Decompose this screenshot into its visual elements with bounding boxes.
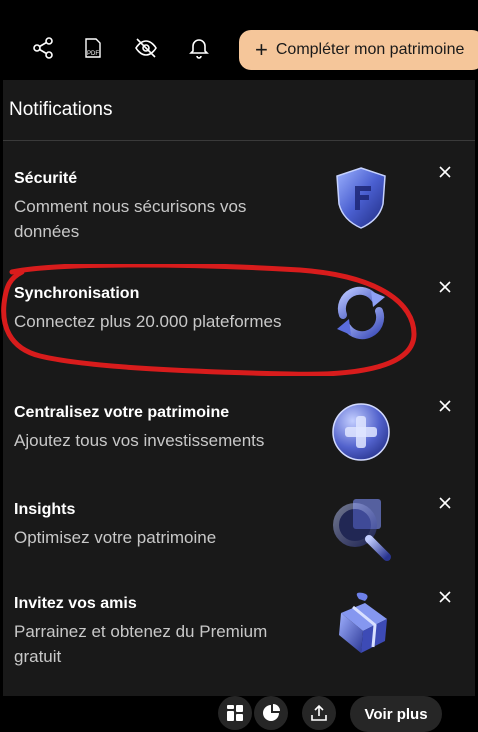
bottom-toolbar: Voir plus bbox=[0, 696, 478, 732]
plus-circle-icon bbox=[329, 398, 393, 466]
complete-patrimoine-button[interactable]: + Compléter mon patrimoine bbox=[239, 30, 478, 70]
magnifier-icon bbox=[329, 495, 393, 563]
close-icon[interactable] bbox=[433, 394, 457, 418]
divider bbox=[3, 140, 475, 141]
pdf-icon[interactable]: PDF bbox=[78, 33, 108, 63]
cta-label: Compléter mon patrimoine bbox=[275, 41, 465, 58]
pdf-icon-label: PDF bbox=[87, 51, 99, 57]
notification-title: Synchronisation bbox=[14, 285, 140, 302]
panel-title: Notifications bbox=[9, 99, 113, 120]
notification-description: Ajoutez tous vos investissements bbox=[14, 431, 265, 450]
close-icon[interactable] bbox=[433, 585, 457, 609]
gift-icon bbox=[329, 589, 393, 657]
notification-title: Insights bbox=[14, 501, 76, 518]
notification-item-securite[interactable]: Sécurité Comment nous sécurisons vos don… bbox=[3, 166, 475, 270]
notification-item-synchronisation[interactable]: Synchronisation Connectez plus 20.000 pl… bbox=[3, 281, 475, 385]
grid-icon[interactable] bbox=[218, 696, 252, 730]
notification-description: Optimisez votre patrimoine bbox=[14, 528, 217, 547]
close-icon[interactable] bbox=[433, 491, 457, 515]
upload-icon[interactable] bbox=[302, 696, 336, 730]
notification-item-insights[interactable]: Insights Optimisez votre patrimoine bbox=[3, 497, 475, 601]
voir-plus-button[interactable]: Voir plus bbox=[350, 696, 442, 732]
close-icon[interactable] bbox=[433, 160, 457, 184]
bell-icon[interactable] bbox=[184, 33, 214, 63]
notification-item-centralisez[interactable]: Centralisez votre patrimoine Ajoutez tou… bbox=[3, 400, 475, 504]
notification-item-invitez[interactable]: Invitez vos amis Parrainez et obtenez du… bbox=[3, 591, 475, 695]
pie-chart-icon[interactable] bbox=[254, 696, 288, 730]
notification-title: Sécurité bbox=[14, 170, 78, 187]
share-icon[interactable] bbox=[28, 33, 58, 63]
shield-icon bbox=[329, 164, 393, 232]
notification-description: Comment nous sécurisons vos données bbox=[14, 197, 247, 241]
eye-off-icon[interactable] bbox=[131, 33, 161, 63]
sync-icon bbox=[329, 279, 393, 347]
notification-title: Invitez vos amis bbox=[14, 595, 137, 612]
close-icon[interactable] bbox=[433, 275, 457, 299]
plus-icon: + bbox=[255, 37, 268, 62]
notification-title: Centralisez votre patrimoine bbox=[14, 404, 230, 421]
notification-description: Connectez plus 20.000 plateformes bbox=[14, 312, 282, 331]
notification-description: Parrainez et obtenez du Premium gratuit bbox=[14, 622, 268, 666]
top-toolbar: PDF + Compléter mon patrimoine bbox=[0, 0, 478, 80]
notifications-panel: Notifications Sécurité Comment nous sécu… bbox=[3, 80, 475, 696]
